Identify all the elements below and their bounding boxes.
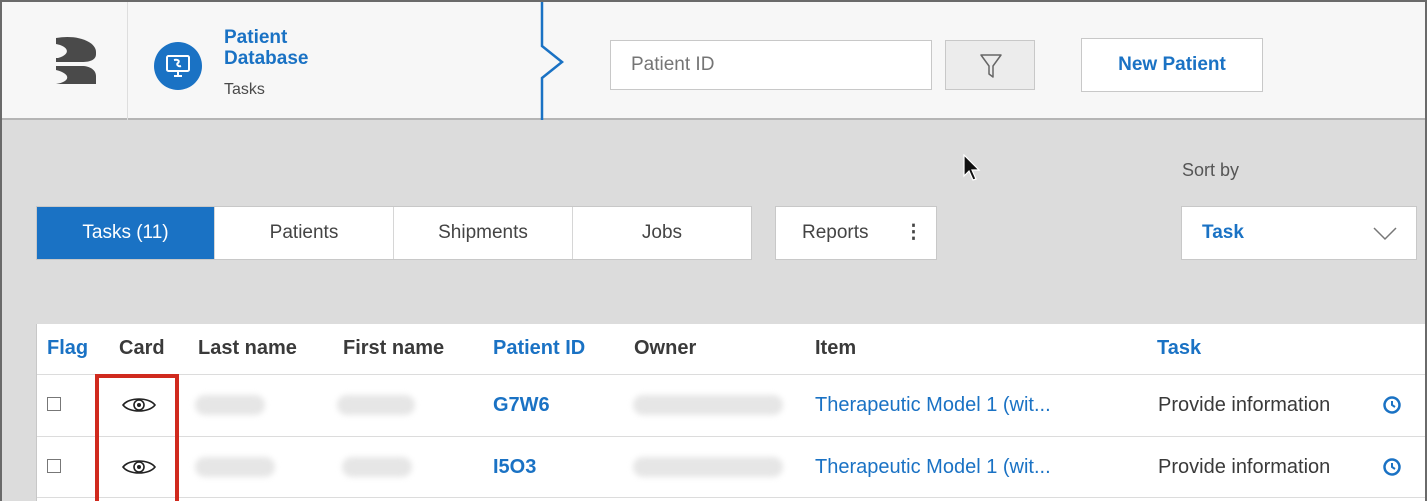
- view-tabs: Tasks (11) Patients Shipments Jobs: [36, 206, 752, 260]
- tab-tasks[interactable]: Tasks (11): [37, 207, 215, 259]
- app-monitor-icon: [166, 55, 190, 77]
- tab-shipments[interactable]: Shipments: [394, 207, 573, 259]
- column-header-item: Item: [815, 337, 857, 359]
- first-name-redacted: [337, 395, 415, 415]
- column-header-last-name: Last name: [198, 337, 297, 359]
- patient-id-link[interactable]: I5O3: [493, 437, 536, 497]
- brand-logo-icon: [56, 36, 96, 84]
- new-patient-button[interactable]: New Patient: [1081, 38, 1263, 92]
- column-header-card: Card: [119, 337, 165, 359]
- chevron-down-icon: [1373, 227, 1397, 241]
- item-link[interactable]: Therapeutic Model 1 (wit...: [815, 437, 1051, 497]
- flag-checkbox[interactable]: [47, 397, 61, 411]
- clock-icon: [1383, 458, 1401, 476]
- filter-button[interactable]: [945, 40, 1035, 90]
- app-icon[interactable]: [154, 42, 202, 90]
- patient-id-link[interactable]: G7W6: [493, 375, 550, 435]
- mouse-cursor-icon: [963, 154, 981, 181]
- more-options-icon: ⋮: [904, 222, 923, 243]
- sort-by-label: Sort by: [1182, 160, 1240, 180]
- owner-redacted: [633, 395, 783, 415]
- task-text: Provide information: [1158, 456, 1331, 478]
- flag-checkbox[interactable]: [47, 459, 61, 473]
- reports-label: Reports: [802, 222, 869, 243]
- brand-logo[interactable]: [2, 2, 128, 120]
- top-header: Patient Database Tasks New Patient: [2, 2, 1425, 120]
- breadcrumb-chevron-divider: [540, 2, 565, 120]
- tasks-table: Flag Card Last name First name Patient I…: [36, 324, 1425, 501]
- app-subtitle: Tasks: [224, 81, 265, 98]
- tab-patients[interactable]: Patients: [215, 207, 394, 259]
- item-link[interactable]: Therapeutic Model 1 (wit...: [815, 375, 1051, 435]
- app-window: Patient Database Tasks New Patient Sort …: [0, 0, 1427, 501]
- app-title-line1: Patient: [224, 27, 288, 48]
- table-header: Flag Card Last name First name Patient I…: [37, 324, 1425, 374]
- filter-funnel-icon: [980, 54, 1002, 78]
- column-header-owner: Owner: [634, 337, 697, 359]
- patient-id-search-input[interactable]: [610, 40, 932, 90]
- column-header-first-name: First name: [343, 337, 445, 359]
- table-row[interactable]: I5O3 Therapeutic Model 1 (wit... Provide…: [37, 436, 1425, 498]
- task-text: Provide information: [1158, 394, 1331, 416]
- last-name-redacted: [195, 395, 265, 415]
- card-column-highlight-annotation: [95, 374, 179, 501]
- column-header-task[interactable]: Task: [1157, 337, 1201, 360]
- first-name-redacted: [342, 457, 412, 477]
- sort-by-select[interactable]: Task: [1181, 206, 1417, 260]
- clock-icon: [1383, 396, 1401, 414]
- reports-button[interactable]: Reports ⋮: [775, 206, 937, 260]
- owner-redacted: [633, 457, 783, 477]
- app-title-line2: Database: [224, 48, 309, 69]
- table-row[interactable]: G7W6 Therapeutic Model 1 (wit... Provide…: [37, 374, 1425, 436]
- column-header-flag[interactable]: Flag: [47, 337, 88, 360]
- tab-jobs[interactable]: Jobs: [573, 207, 751, 259]
- sort-by-value: Task: [1202, 222, 1244, 243]
- last-name-redacted: [195, 457, 275, 477]
- app-title[interactable]: Patient Database: [224, 27, 309, 69]
- column-header-patient-id[interactable]: Patient ID: [493, 337, 585, 360]
